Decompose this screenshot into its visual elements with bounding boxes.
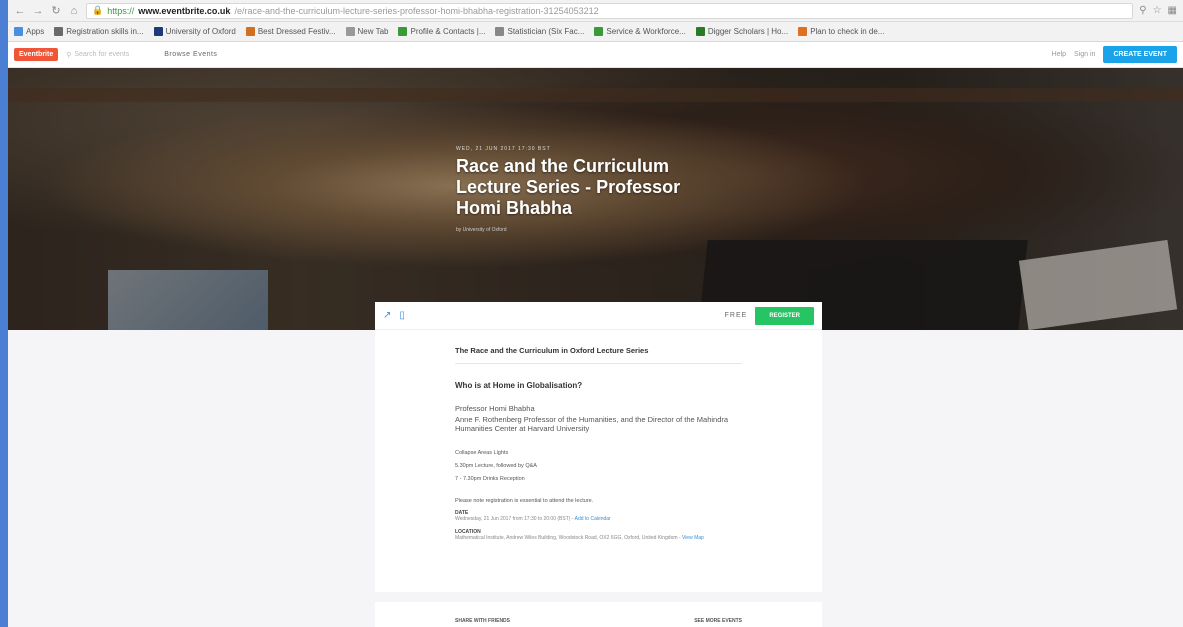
lecture-title: Who is at Home in Globalisation? [455,381,583,390]
hero-text: WED, 21 JUN 2017 17:30 BST Race and the … [456,146,716,233]
bookmark-label: Registration skills in... [66,27,144,36]
help-link[interactable]: Help [1052,51,1066,58]
browser-window: ← → ↻ ⌂ 🔒 https://www.eventbrite.co.uk/e… [8,0,1183,627]
bookmark-label: Apps [26,27,45,36]
bookmark-favicon-icon [345,27,355,36]
ticket-price: FREE [724,312,748,319]
bookmark-item[interactable]: Registration skills in... [54,27,144,36]
bookmark-favicon-icon [398,27,408,36]
bookmarks-bar: Apps Registration skills in... University … [8,22,1183,42]
bookmark-label: Profile & Contacts |... [410,27,486,36]
location-value: Mathematical Institute, Andrew Wiles Bui… [455,535,704,541]
speaker-name: Professor Homi Bhabha [455,404,535,413]
bookmark-item[interactable]: Statistician (Six Fac... [495,27,584,36]
event-hero: WED, 21 JUN 2017 17:30 BST Race and the … [8,68,1183,330]
bookmark-favicon-icon [14,27,23,36]
url-field[interactable]: 🔒 https://www.eventbrite.co.uk/e/race-an… [86,2,1134,19]
share-icon[interactable]: ↗ [383,310,391,321]
bookmark-label: Statistician (Six Fac... [507,27,585,36]
bookmark-item[interactable]: Best Dressed Festiv... [245,27,336,36]
url-path: /e/race-and-the-curriculum-lecture-serie… [234,5,599,16]
url-domain: www.eventbrite.co.uk [138,5,231,16]
reload-icon[interactable]: ↻ [50,5,62,17]
bookmark-item[interactable]: Apps [14,27,44,36]
bookmark-label: University of Oxford [165,27,236,36]
zoom-icon[interactable]: ⚲ [1139,5,1146,16]
bookmark-icon[interactable]: ▯ [399,310,405,321]
home-icon[interactable]: ⌂ [68,5,80,17]
event-title: Race and the Curriculum Lecture Series -… [456,156,681,218]
address-bar: ← → ↻ ⌂ 🔒 https://www.eventbrite.co.uk/e… [8,0,1183,22]
date-value: Wednesday, 21 Jun 2017 from 17:30 to 20:… [455,516,611,522]
bookmark-favicon-icon [695,27,705,36]
bookmark-label: Service & Workforce... [606,27,686,36]
bookmark-label: New Tab [357,27,389,36]
schedule-item: Collapse Areas Lights [455,450,509,456]
browse-events-link[interactable]: Browse Events [164,51,217,58]
site-header: Eventbrite ⚲ Search for events Browse Ev… [8,42,1183,68]
bookmark-favicon-icon [54,27,64,36]
bookmark-item[interactable]: Service & Workforce... [594,27,686,36]
bookmark-item[interactable]: Profile & Contacts |... [398,27,485,36]
bookmark-label: Best Dressed Festiv... [257,27,336,36]
event-description: The Race and the Curriculum in Oxford Le… [375,330,822,592]
event-organizer[interactable]: by University of Oxford [456,227,716,233]
bookmark-favicon-icon [153,27,163,36]
bookmark-item[interactable]: New Tab [345,27,389,36]
event-date: WED, 21 JUN 2017 17:30 BST [456,146,551,152]
create-event-button[interactable]: CREATE EVENT [1103,46,1177,63]
search-icon: ⚲ [66,51,72,59]
bookmark-favicon-icon [594,27,604,36]
register-button[interactable]: REGISTER [755,306,814,325]
bookmark-item[interactable]: Plan to check in de... [798,27,884,36]
schedule-list: Collapse Areas Lights 5.30pm Lecture, fo… [455,447,742,486]
share-heading: SHARE WITH FRIENDS [455,618,510,624]
bookmark-label: Plan to check in de... [810,27,885,36]
forward-icon[interactable]: → [32,5,44,17]
bookmark-label: Digger Scholars | Ho... [707,27,789,36]
bookmark-favicon-icon [495,27,505,36]
bookmark-item[interactable]: Digger Scholars | Ho... [695,27,789,36]
registration-note: Please note registration is essential to… [455,498,594,504]
schedule-item: 7 - 7.30pm Drinks Reception [455,476,525,482]
view-map-link[interactable]: View Map [682,535,704,541]
ticket-bar: ↗ ▯ FREE REGISTER [375,302,822,330]
sign-in-link[interactable]: Sign in [1074,51,1095,58]
bookmark-item[interactable]: University of Oxford [153,27,236,36]
extension-icon[interactable]: ▦ [1168,5,1177,16]
schedule-item: 5.30pm Lecture, followed by Q&A [455,463,537,469]
bookmark-favicon-icon [798,27,808,36]
search-placeholder: Search for events [74,51,130,58]
bookmark-favicon-icon [245,27,255,36]
url-protocol: https:// [107,5,135,16]
description-heading: The Race and the Curriculum in Oxford Le… [455,346,742,364]
back-icon[interactable]: ← [14,5,26,17]
add-to-calendar-link[interactable]: Add to Calendar [575,516,611,522]
lower-card: SHARE WITH FRIENDS SEE MORE EVENTS [375,602,822,627]
speaker-role: Anne F. Rothenberg Professor of the Huma… [455,415,729,433]
star-icon[interactable]: ☆ [1153,5,1162,16]
lock-icon: 🔒 [92,5,104,15]
eventbrite-logo[interactable]: Eventbrite [14,48,59,61]
more-events-link[interactable]: SEE MORE EVENTS [694,618,742,627]
search-input[interactable]: ⚲ Search for events [66,48,156,62]
